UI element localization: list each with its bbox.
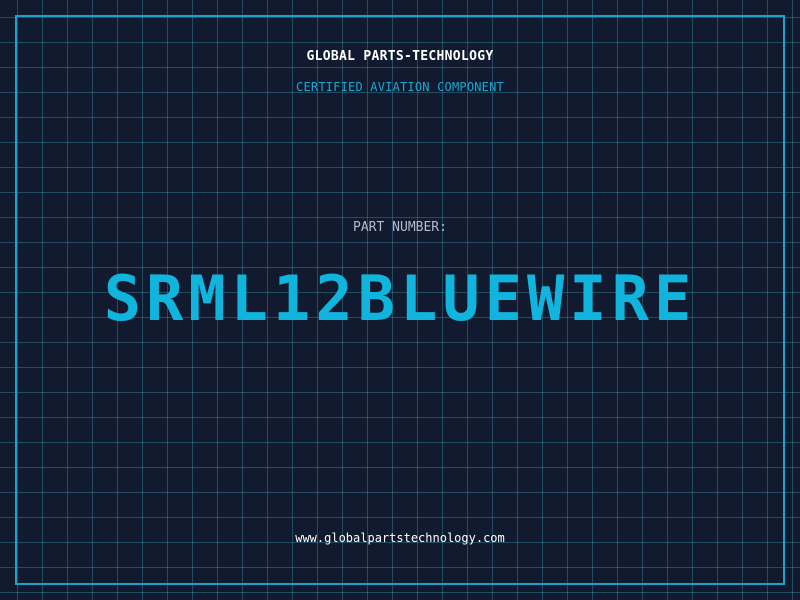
certification-tagline: CERTIFIED AVIATION COMPONENT [296,80,504,94]
part-number-label: PART NUMBER: [353,220,447,235]
company-name: GLOBAL PARTS-TECHNOLOGY [306,49,494,64]
website-url: www.globalpartstechnology.com [295,531,505,545]
part-number-value: SRML12BLUEWIRE [103,262,697,335]
